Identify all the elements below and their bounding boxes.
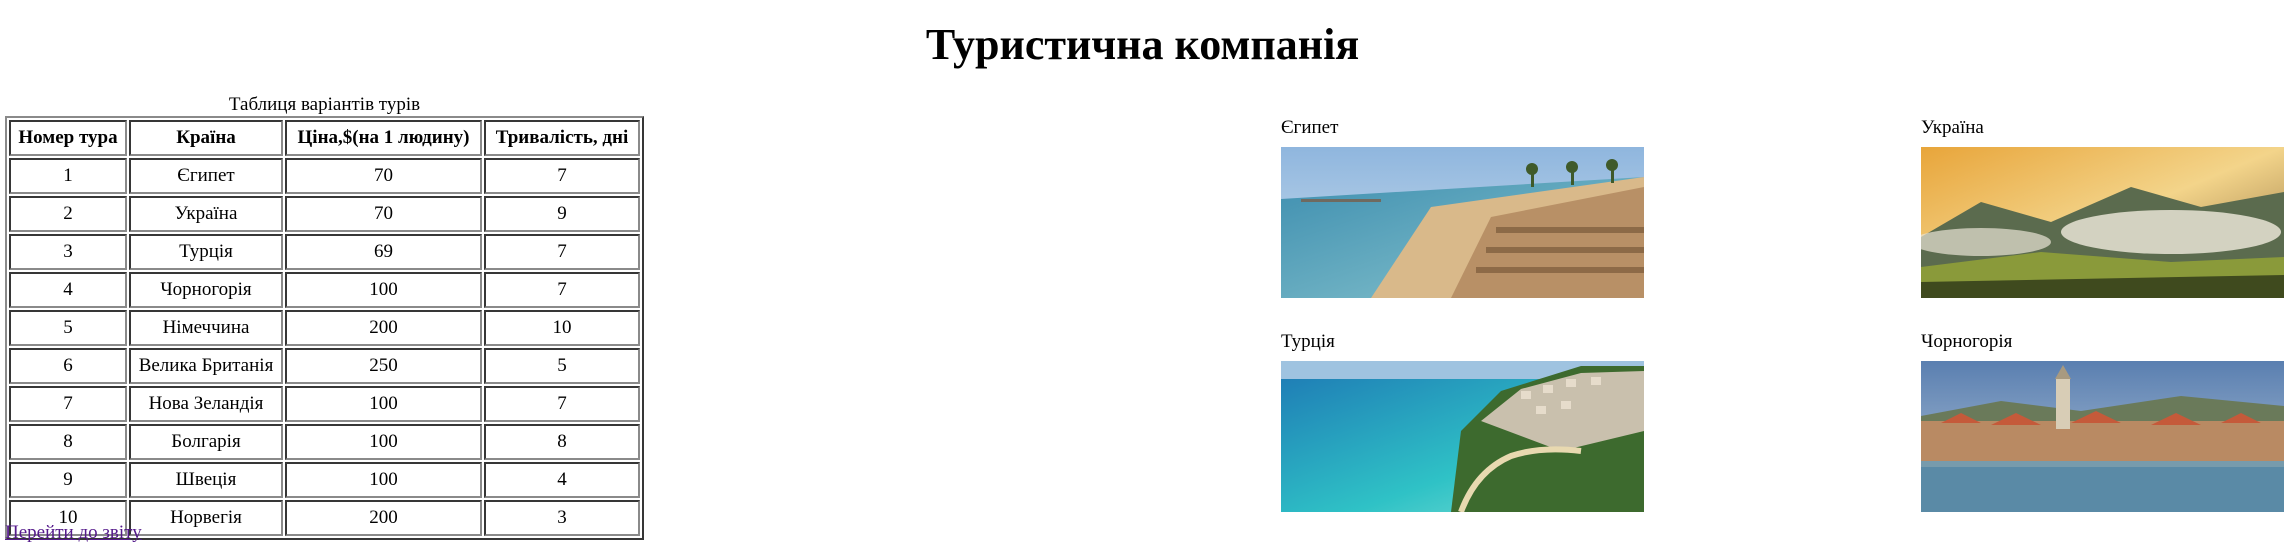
header-country: Країна: [129, 120, 283, 156]
cell-country: Норвегія: [129, 500, 283, 536]
cell-country: Турція: [129, 234, 283, 270]
cell-price: 250: [285, 348, 482, 384]
cell-duration: 10: [484, 310, 640, 346]
gallery-item-ukraine: Україна: [1921, 117, 2284, 298]
table-row: 7 Нова Зеландія 100 7: [9, 386, 640, 422]
turkey-coast-photo: [1281, 361, 1644, 512]
cell-price: 100: [285, 386, 482, 422]
cell-duration: 7: [484, 386, 640, 422]
cell-price: 200: [285, 310, 482, 346]
cell-price: 200: [285, 500, 482, 536]
montenegro-town-photo: [1921, 361, 2284, 512]
cell-country: Німеччина: [129, 310, 283, 346]
cell-price: 100: [285, 462, 482, 498]
gallery-label-turkey: Турція: [1281, 331, 1335, 352]
gallery-label-montenegro: Чорногорія: [1921, 331, 2013, 352]
cell-duration: 5: [484, 348, 640, 384]
table-caption: Таблиця варіантів турів: [228, 94, 421, 115]
cell-duration: 7: [484, 234, 640, 270]
cell-duration: 4: [484, 462, 640, 498]
cell-country: Єгипет: [129, 158, 283, 194]
cell-tour-number: 2: [9, 196, 127, 232]
cell-duration: 3: [484, 500, 640, 536]
cell-country: Велика Британія: [129, 348, 283, 384]
table-row: 5 Німеччина 200 10: [9, 310, 640, 346]
cell-country: Україна: [129, 196, 283, 232]
cell-tour-number: 1: [9, 158, 127, 194]
table-row: 9 Швеція 100 4: [9, 462, 640, 498]
cell-country: Нова Зеландія: [129, 386, 283, 422]
table-row: 8 Болгарія 100 8: [9, 424, 640, 460]
cell-duration: 8: [484, 424, 640, 460]
table-row: 4 Чорногорія 100 7: [9, 272, 640, 308]
cell-price: 70: [285, 196, 482, 232]
cell-tour-number: 3: [9, 234, 127, 270]
cell-tour-number: 4: [9, 272, 127, 308]
cell-duration: 7: [484, 272, 640, 308]
cell-price: 70: [285, 158, 482, 194]
report-link[interactable]: Перейти до звіту: [5, 522, 142, 544]
cell-duration: 7: [484, 158, 640, 194]
cell-tour-number: 8: [9, 424, 127, 460]
header-duration: Тривалість, дні: [484, 120, 640, 156]
gallery-item-turkey: Турція: [1281, 331, 1644, 512]
cell-tour-number: 6: [9, 348, 127, 384]
table-row: 3 Турція 69 7: [9, 234, 640, 270]
cell-price: 69: [285, 234, 482, 270]
tours-table: Таблиця варіантів турів Номер тура Країн…: [5, 94, 644, 540]
table-row: 1 Єгипет 70 7: [9, 158, 640, 194]
cell-country: Чорногорія: [129, 272, 283, 308]
table-header-row: Номер тура Країна Ціна,$(на 1 людину) Тр…: [9, 120, 640, 156]
page-title: Туристична компанія: [925, 20, 1360, 69]
cell-country: Болгарія: [129, 424, 283, 460]
ukraine-mountains-photo: [1921, 147, 2284, 298]
header-tour-number: Номер тура: [9, 120, 127, 156]
cell-tour-number: 5: [9, 310, 127, 346]
cell-price: 100: [285, 424, 482, 460]
gallery-label-egypt: Єгипет: [1281, 117, 1339, 138]
gallery-item-egypt: Єгипет: [1281, 117, 1644, 298]
cell-duration: 9: [484, 196, 640, 232]
table-row: 2 Україна 70 9: [9, 196, 640, 232]
cell-tour-number: 7: [9, 386, 127, 422]
gallery-label-ukraine: Україна: [1921, 117, 1984, 138]
cell-tour-number: 9: [9, 462, 127, 498]
header-price: Ціна,$(на 1 людину): [285, 120, 482, 156]
egypt-beach-photo: [1281, 147, 1644, 298]
cell-country: Швеція: [129, 462, 283, 498]
gallery-item-montenegro: Чорногорія: [1921, 331, 2284, 512]
table-row: 6 Велика Британія 250 5: [9, 348, 640, 384]
cell-price: 100: [285, 272, 482, 308]
